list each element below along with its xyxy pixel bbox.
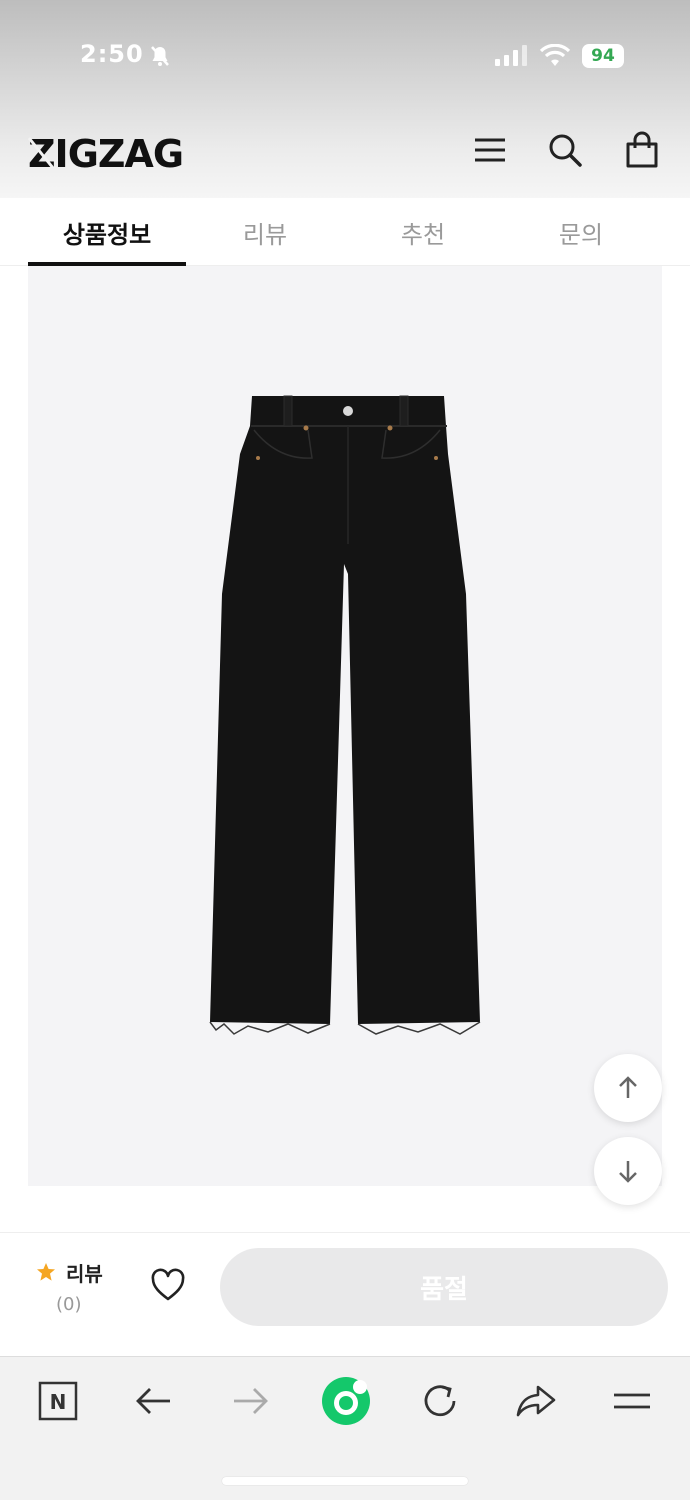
- tab-product-info[interactable]: 상품정보: [28, 198, 186, 266]
- logo-mark-icon: [28, 137, 54, 169]
- bottom-divider: [0, 1232, 690, 1233]
- arrow-down-icon: [619, 1161, 637, 1183]
- status-time: 2:50: [80, 40, 144, 68]
- svg-text:N: N: [50, 1390, 67, 1414]
- search-icon[interactable]: [545, 130, 585, 170]
- scroll-up-button[interactable]: [594, 1054, 662, 1122]
- naver-icon[interactable]: N: [36, 1379, 80, 1423]
- bell-muted-icon: [151, 46, 169, 66]
- review-summary[interactable]: 리뷰 (0): [28, 1252, 128, 1322]
- browser-toolbar: N: [0, 1356, 690, 1500]
- soldout-button[interactable]: 품절: [220, 1248, 668, 1326]
- app-screen: 2:50 94 ZIGZAG 상품정보 리뷰 추천 문의 리뷰 (0) 품절 N: [0, 0, 690, 1500]
- green-app-icon[interactable]: [320, 1375, 372, 1427]
- tab-recommendations[interactable]: 추천: [344, 198, 502, 266]
- tab-inquiries[interactable]: 문의: [502, 198, 660, 266]
- home-indicator[interactable]: [222, 1477, 468, 1485]
- status-bar: 2:50 94: [0, 0, 690, 110]
- product-jeans-image: [209, 395, 481, 1035]
- app-header: ZIGZAG: [0, 110, 690, 198]
- arrow-up-icon: [619, 1076, 637, 1098]
- product-image-area: [28, 266, 662, 1186]
- back-arrow-icon[interactable]: [132, 1379, 176, 1423]
- forward-arrow-icon[interactable]: [228, 1379, 272, 1423]
- review-count: (0): [56, 1294, 82, 1315]
- share-icon[interactable]: [514, 1379, 558, 1423]
- menu-icon[interactable]: [470, 130, 510, 170]
- star-icon: [37, 1263, 55, 1281]
- wifi-icon: [540, 44, 570, 66]
- reload-icon[interactable]: [418, 1379, 462, 1423]
- review-label: 리뷰: [66, 1262, 103, 1286]
- heart-icon[interactable]: [150, 1268, 186, 1302]
- shopping-bag-icon[interactable]: [622, 130, 662, 170]
- scroll-down-button[interactable]: [594, 1137, 662, 1205]
- menu-icon[interactable]: [610, 1379, 654, 1423]
- cellular-signal-icon: [495, 45, 527, 66]
- product-tabs: 상품정보 리뷰 추천 문의: [0, 198, 690, 266]
- battery-badge: 94: [582, 44, 624, 68]
- tab-reviews[interactable]: 리뷰: [186, 198, 344, 266]
